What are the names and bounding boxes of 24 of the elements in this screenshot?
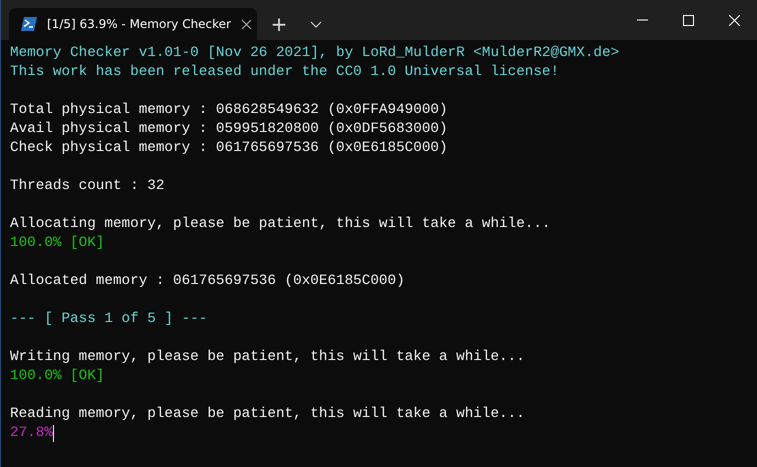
chevron-down-icon <box>310 20 322 28</box>
minimize-icon <box>636 19 648 21</box>
console-line: Total physical memory : 068628549632 (0x0FFA949000) <box>10 101 448 120</box>
text-cursor <box>52 425 54 442</box>
console-line: Memory Checker v1.01-0 [Nov 26 2021], by LoRd_MulderR <MulderR2@GMX.de> <box>10 44 620 63</box>
powershell-icon <box>21 17 37 31</box>
console-line: Reading memory, please be patient, this will take a while... <box>10 405 525 424</box>
console-line: Check physical memory : 061765697536 (0x0E6185C000) <box>10 139 448 158</box>
progress-percent: 27.8% <box>10 424 53 443</box>
console-line: Avail physical memory : 059951820800 (0x0DF5683000) <box>10 120 448 139</box>
console-line: --- [ Pass 1 of 5 ] --- <box>10 310 208 329</box>
console-line: 100.0% [OK] <box>10 367 104 386</box>
console-line: 100.0% [OK] <box>10 234 104 253</box>
console-line: Writing memory, please be patient, this will take a while... <box>10 348 525 367</box>
close-icon <box>728 14 740 26</box>
console-line: This work has been released under the CC0 1.0 Universal license! <box>10 63 560 82</box>
new-tab-button[interactable]: + <box>257 8 301 40</box>
console-line: Allocating memory, please be patient, this will take a while... <box>10 215 551 234</box>
console-line: Threads count : 32 <box>10 177 164 196</box>
tab-title: [1/5] 63.9% - Memory Checker <box>47 17 231 31</box>
terminal-tab[interactable]: [1/5] 63.9% - Memory Checker <box>9 8 257 40</box>
close-icon[interactable] <box>241 18 252 30</box>
maximize-icon <box>682 14 694 26</box>
console-line: Allocated memory : 061765697536 (0x0E6185C000) <box>10 272 405 291</box>
